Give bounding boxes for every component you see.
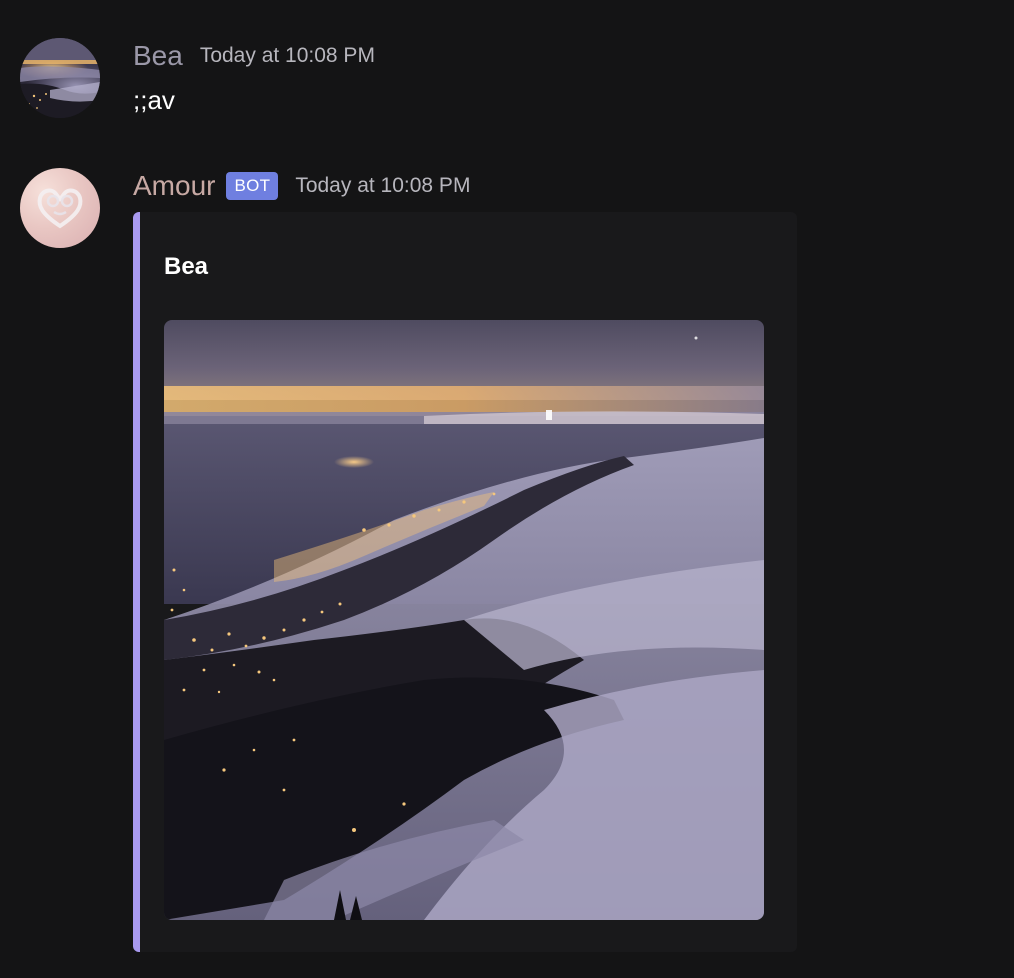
message-content: ;;av [133,85,175,115]
embed-image[interactable] [164,320,764,920]
username[interactable]: Amour [133,168,215,204]
embed-accent-bar [133,212,140,952]
message-header: Amour BOT Today at 10:08 PM [133,168,470,204]
embed: Bea [133,212,797,952]
message-header: Bea Today at 10:08 PM [133,38,375,74]
timestamp: Today at 10:08 PM [199,44,375,67]
timestamp: Today at 10:08 PM [295,174,471,197]
night-city-fog-image [164,320,764,920]
night-city-avatar-icon [20,38,100,118]
bot-badge: BOT [226,172,279,200]
chat-messages: Bea Today at 10:08 PM ;;av Amour BOT Tod… [0,0,1014,978]
embed-title[interactable]: Bea [164,252,208,282]
heart-icon [37,188,83,229]
bot-avatar[interactable] [20,168,100,248]
username[interactable]: Bea [133,38,183,74]
user-avatar[interactable] [20,38,100,118]
